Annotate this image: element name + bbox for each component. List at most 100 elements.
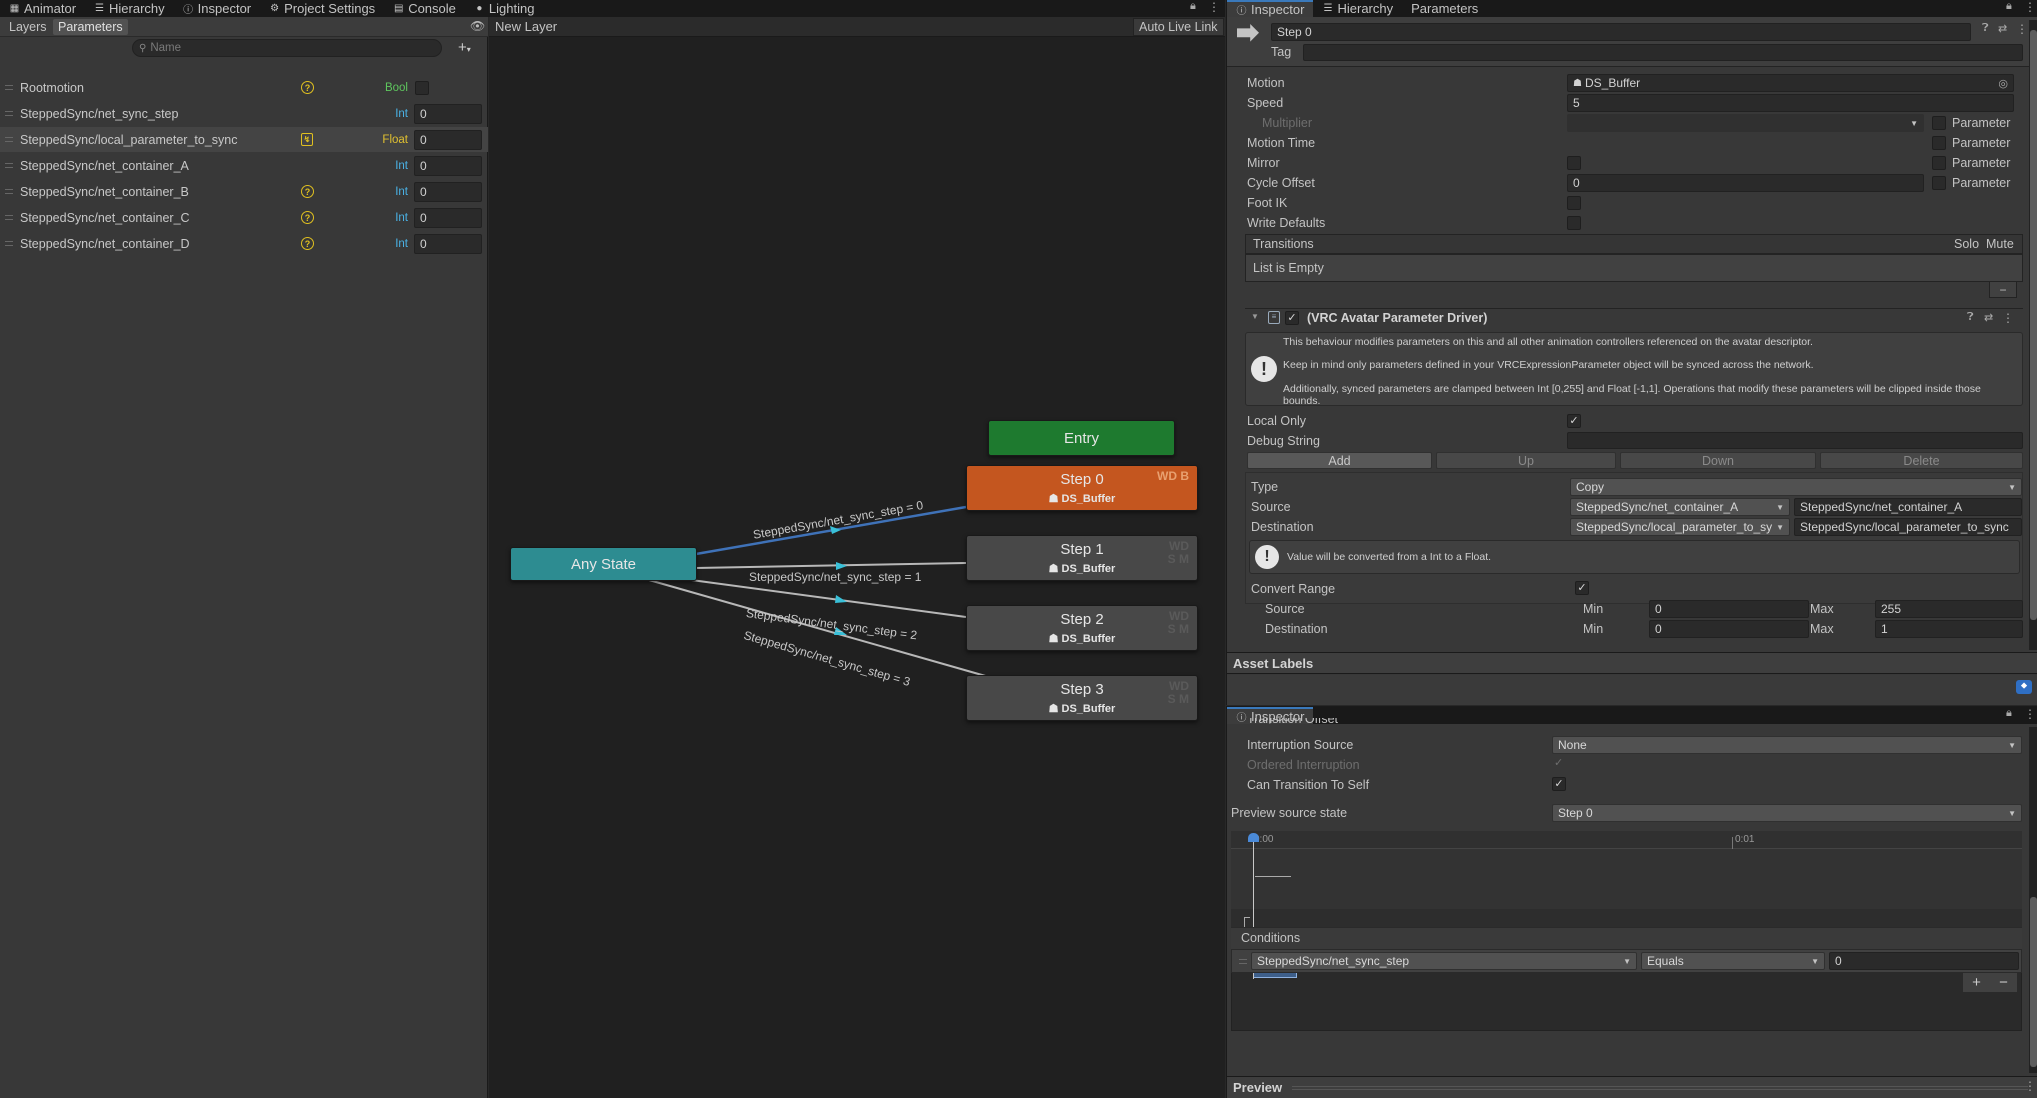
state-node-step-1[interactable]: Step 1 ☗ DS_Buffer WD S M [966,535,1198,581]
drag-handle-icon[interactable] [5,241,13,246]
tab-inspector-main[interactable]: ⓘ Inspector [1227,0,1314,17]
parameter-row[interactable]: SteppedSync/net_container_B? Int 0 [0,179,488,204]
entry-node[interactable]: Entry [988,420,1175,456]
parameter-value-field[interactable]: 0 [414,233,482,254]
write-defaults-checkbox[interactable] [1567,216,1581,230]
source-min-field[interactable]: 0 [1649,600,1809,618]
delete-button[interactable]: Delete [1820,452,2023,469]
convert-range-checkbox[interactable]: ✓ [1575,581,1589,595]
drag-handle-icon[interactable] [1239,959,1247,964]
tab-parameters-2[interactable]: Parameters [1402,0,1488,17]
mirror-checkbox[interactable] [1567,156,1581,170]
tab-console[interactable]: ▤ Console [384,0,465,17]
tag-field[interactable] [1303,44,2023,61]
drag-handle-icon[interactable] [5,111,13,116]
preview-header[interactable]: Preview [1227,1076,2037,1098]
foldout-arrow-icon[interactable]: ▼ [1251,312,1259,321]
driver-enabled-checkbox[interactable]: ✓ [1285,311,1299,325]
parameter-row[interactable]: Rootmotion? Bool [0,75,488,100]
multiplier-dropdown[interactable]: ▼ [1567,114,1924,132]
parameter-value-field[interactable]: 0 [414,207,482,228]
any-state-node[interactable]: Any State [510,547,697,581]
kebab-menu-icon[interactable]: ⋮ [2016,22,2028,36]
preview-source-dropdown[interactable]: Step 0 ▼ [1552,804,2022,822]
add-button[interactable]: Add [1247,452,1432,469]
parameter-value-field[interactable]: 0 [414,155,482,176]
ordered-interruption-checkbox[interactable]: ✓ [1554,756,1563,769]
eye-icon[interactable]: 👁︎ [470,19,485,33]
parameter-search-field[interactable]: ⚲ Name [132,39,442,57]
tab-lighting[interactable]: ● Lighting [464,0,544,17]
type-dropdown[interactable]: Copy ▼ [1570,478,2022,496]
motion-field[interactable]: ☗ DS_Buffer ◎ [1567,74,2014,92]
tab-hierarchy-2[interactable]: ☰ Hierarchy [1313,0,1403,17]
condition-parameter-dropdown[interactable]: SteppedSync/net_sync_step ▼ [1251,952,1637,970]
lock-icon[interactable]: 🔒︎ [2006,0,2012,13]
help-icon[interactable]: ❓︎ [1967,311,1974,324]
tab-project-settings[interactable]: ⚙ Project Settings [260,0,385,17]
parameter-bool-checkbox[interactable] [415,80,429,95]
remove-transition-button[interactable]: − [1989,282,2017,298]
lock-icon[interactable]: 🔒︎ [2006,707,2012,720]
up-button[interactable]: Up [1436,452,1616,469]
kebab-menu-icon[interactable]: ⋮ [2024,0,2036,14]
cycle-offset-field[interactable]: 0 [1567,174,1924,192]
state-node-step-0[interactable]: Step 0 ☗ DS_Buffer WD B [966,465,1198,511]
drag-handle-icon[interactable] [5,163,13,168]
interruption-source-dropdown[interactable]: None ▼ [1552,736,2022,754]
tab-inspector[interactable]: ⓘ Inspector [173,0,261,17]
destination-text-field[interactable]: SteppedSync/local_parameter_to_sync [1794,518,2022,536]
source-max-field[interactable]: 255 [1875,600,2023,618]
animator-graph[interactable]: New Layer Auto Live Link SteppedSync/net… [489,17,1225,1098]
kebab-menu-icon[interactable]: ⋮ [1208,0,1220,14]
condition-operator-dropdown[interactable]: Equals ▼ [1641,952,1825,970]
cycle-offset-parameter-checkbox[interactable] [1932,176,1946,190]
parameter-row[interactable]: SteppedSync/net_container_A Int 0 [0,153,488,178]
source-dropdown[interactable]: SteppedSync/net_container_A ▼ [1570,498,1790,516]
transition-line-1[interactable] [695,562,967,569]
source-text-field[interactable]: SteppedSync/net_container_A [1794,498,2022,516]
state-name-field[interactable]: Step 0 [1271,23,1971,41]
preset-icon[interactable]: ⇄ [1984,311,1993,324]
parameter-row[interactable]: SteppedSync/net_container_C? Int 0 [0,205,488,230]
inspector2-scrollbar[interactable] [2029,727,2037,1073]
debug-string-field[interactable] [1567,432,2023,449]
inspector-scrollbar[interactable] [2029,20,2037,650]
add-parameter-button[interactable]: +▾ [458,39,471,56]
motion-time-parameter-checkbox[interactable] [1932,136,1946,150]
lock-icon[interactable]: 🔒︎ [1190,0,1196,13]
remove-condition-button[interactable]: − [1999,974,2008,991]
tab-parameters[interactable]: Parameters [53,19,128,35]
drag-handle-icon[interactable] [5,85,13,90]
local-only-checkbox[interactable]: ✓ [1567,414,1581,428]
object-picker-icon[interactable]: ◎ [1998,77,2008,90]
parameter-row[interactable]: SteppedSync/net_container_D? Int 0 [0,231,488,256]
tab-layers[interactable]: Layers [4,19,52,35]
parameter-value-field[interactable]: 0 [414,103,482,124]
mirror-parameter-checkbox[interactable] [1932,156,1946,170]
add-condition-button[interactable]: + [1972,974,1981,991]
kebab-menu-icon[interactable]: ⋮ [2002,311,2014,325]
asset-labels-header[interactable]: Asset Labels [1227,652,2037,674]
drag-handle-icon[interactable] [5,189,13,194]
drag-handle-icon[interactable] [5,215,13,220]
help-icon[interactable]: ❓︎ [1982,22,1989,35]
tab-animator[interactable]: ▦ Animator [0,0,86,17]
can-transition-checkbox[interactable]: ✓ [1552,777,1566,791]
parameter-value-field[interactable]: 0 [414,129,482,150]
drag-handle-icon[interactable] [5,137,13,142]
state-node-step-2[interactable]: Step 2 ☗ DS_Buffer WD S M [966,605,1198,651]
tab-hierarchy[interactable]: ☰ Hierarchy [85,0,174,17]
playhead-handle-icon[interactable] [1248,833,1259,842]
preset-icon[interactable]: ⇄ [1998,22,2007,35]
dest-min-field[interactable]: 0 [1649,620,1809,638]
foot-ik-checkbox[interactable] [1567,196,1581,210]
condition-value-field[interactable]: 0 [1829,952,2019,970]
multiplier-parameter-checkbox[interactable] [1932,116,1946,130]
parameter-row[interactable]: SteppedSync/local_parameter_to_sync ↯ Floa… [0,127,488,152]
kebab-menu-icon[interactable]: ⋮ [2024,1079,2036,1093]
speed-field[interactable]: 5 [1567,94,2014,112]
tag-icon[interactable]: ⬥ [2016,680,2032,694]
dest-max-field[interactable]: 1 [1875,620,2023,638]
state-node-step-3[interactable]: Step 3 ☗ DS_Buffer WD S M [966,675,1198,721]
